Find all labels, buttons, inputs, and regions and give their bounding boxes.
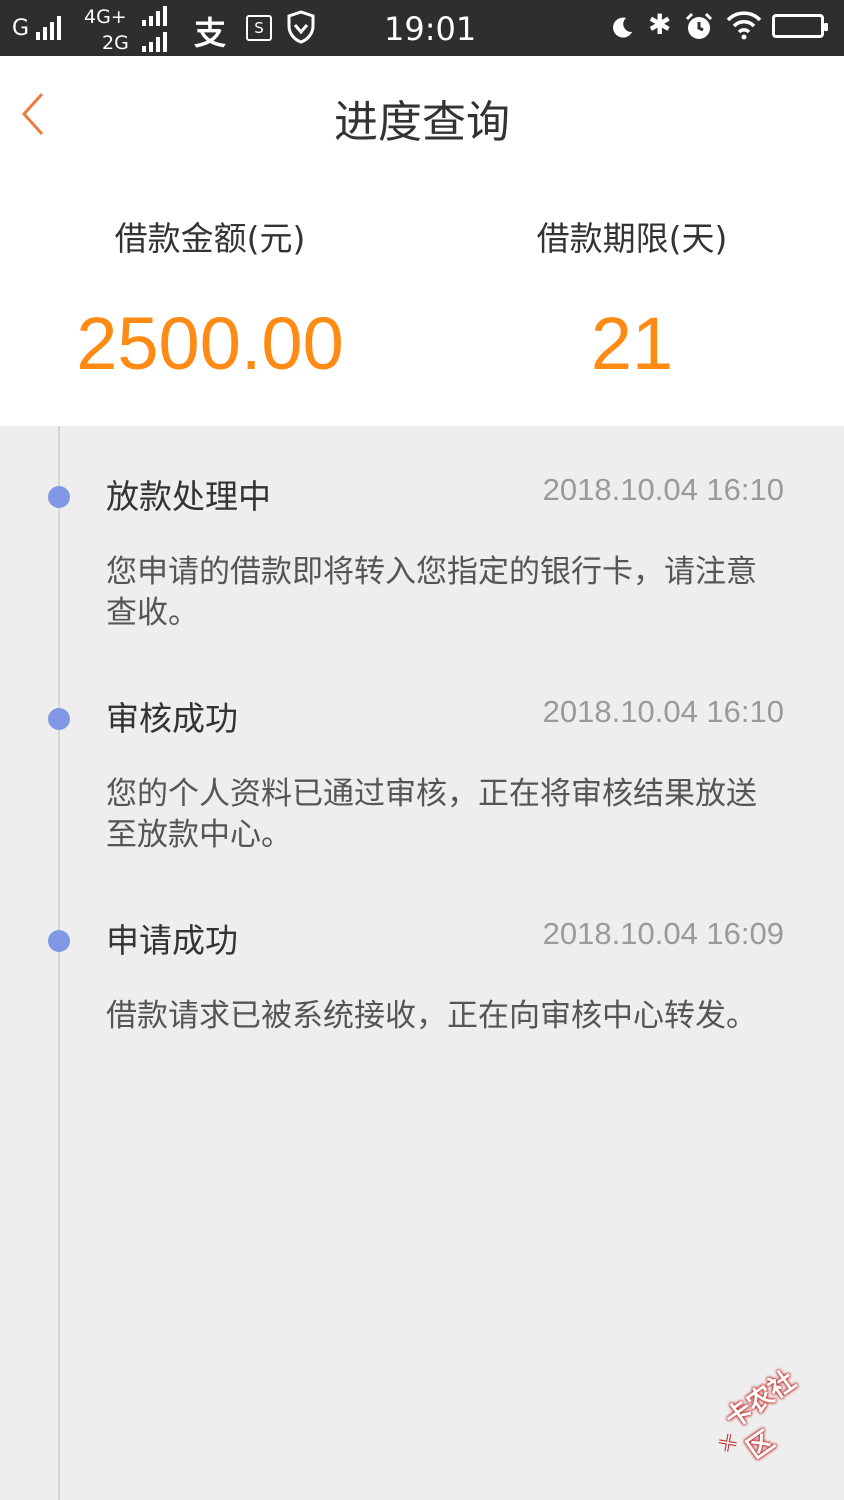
moon-icon <box>612 16 634 42</box>
loan-amount-label: 借款金额(元) <box>114 219 306 258</box>
status-bar: G 4G+ 2G 支 S 19:01 ✱ <box>0 0 844 56</box>
loan-amount-value: 2500.00 <box>76 302 344 385</box>
timeline-dot <box>48 708 70 730</box>
step-description: 借款请求已被系统接收，正在向审核中心转发。 <box>106 998 757 1034</box>
timeline-dot <box>48 930 70 952</box>
step-time: 2018.10.04 16:09 <box>542 916 784 951</box>
step-time: 2018.10.04 16:10 <box>542 694 784 729</box>
loan-summary-panel: 进度查询 借款金额(元) 借款期限(天) 2500.00 21 <box>0 56 844 426</box>
shield-icon <box>286 10 316 48</box>
battery-icon <box>772 14 828 38</box>
step-description: 您的个人资料已通过审核，正在将审核结果放送至放款中心。 <box>106 776 757 853</box>
timeline-dot <box>48 486 70 508</box>
sim-icon: S <box>246 15 272 41</box>
step-title: 申请成功 <box>106 921 238 960</box>
status-time: 19:01 <box>384 10 477 48</box>
step-title: 审核成功 <box>106 699 238 738</box>
signal-icon-secondary <box>142 32 167 52</box>
alipay-icon: 支 <box>194 14 227 52</box>
signal-icon-primary <box>142 6 167 26</box>
step-time: 2018.10.04 16:10 <box>542 472 784 507</box>
watermark: 卡农社区 <box>700 1359 826 1478</box>
carrier-label: G <box>12 16 30 41</box>
signal-icon <box>36 16 61 40</box>
wifi-icon <box>726 10 762 44</box>
loan-term-value: 21 <box>590 302 674 385</box>
timeline-line <box>58 426 60 1500</box>
network-type-secondary: 2G <box>102 32 129 54</box>
step-title: 放款处理中 <box>106 477 271 516</box>
step-description: 您申请的借款即将转入您指定的银行卡，请注意查收。 <box>106 554 757 631</box>
loan-term-label: 借款期限(天) <box>536 219 728 258</box>
alarm-icon <box>684 12 714 46</box>
bluetooth-icon: ✱ <box>648 8 672 41</box>
page-title: 进度查询 <box>334 97 510 148</box>
network-type-primary: 4G+ <box>84 6 127 28</box>
